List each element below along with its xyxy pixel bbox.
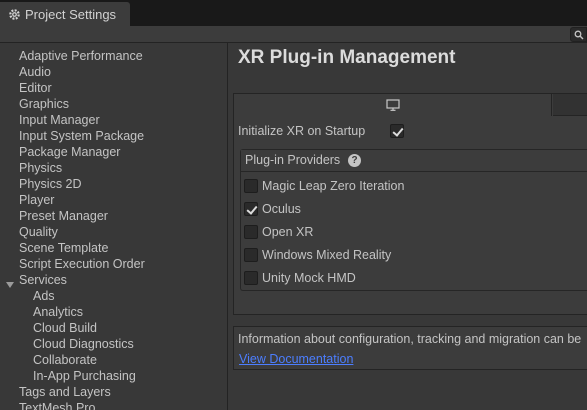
tab-other-platform[interactable] [553,94,587,116]
sidebar-item-preset-manager[interactable]: Preset Manager [19,208,108,224]
sidebar-item-scene-template[interactable]: Scene Template [19,240,108,256]
sidebar-item-script-execution-order[interactable]: Script Execution Order [19,256,145,272]
project-settings-tab[interactable]: Project Settings [0,2,130,26]
sidebar-item-tags-and-layers[interactable]: Tags and Layers [19,384,111,400]
window-tab-bar: Project Settings [0,0,587,26]
sidebar-item-quality[interactable]: Quality [19,224,58,240]
search-button[interactable] [570,27,587,42]
gear-icon [8,8,21,21]
sidebar-item-graphics[interactable]: Graphics [19,96,69,112]
plugin-providers-title: Plug-in Providers [245,153,341,167]
search-toolbar [0,26,587,43]
provider-label: Magic Leap Zero Iteration [262,179,405,193]
sidebar-item-physics-2d[interactable]: Physics 2D [19,176,82,192]
monitor-icon [385,99,400,111]
sidebar-item-adaptive-performance[interactable]: Adaptive Performance [19,48,143,64]
info-box: Information about configuration, trackin… [233,326,587,370]
provider-checkbox[interactable] [244,271,258,285]
sidebar-item-analytics[interactable]: Analytics [33,304,83,320]
provider-label: Windows Mixed Reality [262,248,392,262]
sidebar-item-ads[interactable]: Ads [33,288,55,304]
provider-checkbox[interactable] [244,202,258,216]
sidebar-item-in-app-purchasing[interactable]: In-App Purchasing [33,368,136,384]
init-xr-checkbox[interactable] [390,124,404,138]
provider-label: Open XR [262,225,314,239]
sidebar-item-collaborate[interactable]: Collaborate [33,352,97,368]
tab-standalone[interactable] [234,94,552,116]
sidebar-item-cloud-diagnostics[interactable]: Cloud Diagnostics [33,336,134,352]
page-title: XR Plug-in Management [238,47,456,68]
sidebar-item-input-manager[interactable]: Input Manager [19,112,100,128]
settings-sidebar: Adaptive Performance Audio Editor Graphics I… [0,43,228,410]
view-documentation-link[interactable]: View Documentation [239,352,353,366]
platform-tabs [234,94,587,116]
sidebar-item-services[interactable]: Services [19,272,67,288]
tab-title: Project Settings [25,6,117,22]
provider-checkbox[interactable] [244,248,258,262]
provider-label: Unity Mock HMD [262,271,356,285]
sidebar-item-audio[interactable]: Audio [19,64,51,80]
xr-settings-panel: Initialize XR on Startup Plug-in Provide… [233,93,587,315]
plugin-providers-header: Plug-in Providers ? [241,150,587,172]
sidebar-item-player[interactable]: Player [19,192,54,208]
init-xr-label: Initialize XR on Startup [238,124,366,138]
provider-checkbox[interactable] [244,179,258,193]
sidebar-item-package-manager[interactable]: Package Manager [19,144,120,160]
info-text: Information about configuration, trackin… [238,332,582,346]
expand-arrow-icon[interactable] [6,276,14,288]
help-icon[interactable]: ? [348,154,361,167]
provider-checkbox[interactable] [244,225,258,239]
provider-label: Oculus [262,202,301,216]
sidebar-item-physics[interactable]: Physics [19,160,62,176]
sidebar-item-input-system-package[interactable]: Input System Package [19,128,144,144]
settings-main-panel: XR Plug-in Management Initialize XR on S… [229,43,587,410]
sidebar-item-cloud-build[interactable]: Cloud Build [33,320,97,336]
search-icon [574,30,583,39]
plugin-providers-box: Plug-in Providers ? Magic Leap Zero Iter… [240,149,587,291]
sidebar-item-textmesh-pro[interactable]: TextMesh Pro [19,400,95,410]
sidebar-item-editor[interactable]: Editor [19,80,52,96]
